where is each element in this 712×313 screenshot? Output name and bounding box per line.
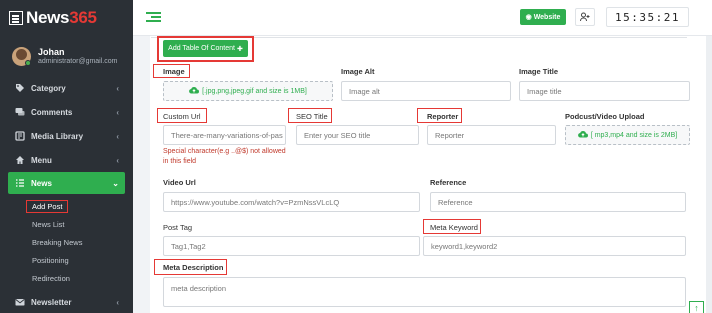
sidebar-item-menu[interactable]: Menu ‹ (0, 148, 133, 172)
media-icon (15, 131, 25, 141)
sidebar-item-label: Comments (31, 107, 73, 117)
scrollbar[interactable] (706, 36, 712, 313)
sidebar-subitem-breaking-news[interactable]: Breaking News (0, 233, 133, 251)
image-title-label: Image Title (519, 67, 559, 76)
add-post-form (150, 36, 710, 313)
arrow-up-icon: ↑ (694, 303, 699, 313)
chevron-left-icon: ‹ (116, 107, 119, 117)
add-user-button[interactable] (575, 8, 595, 26)
seo-title-input[interactable]: Enter your SEO title (296, 125, 419, 145)
sidebar-subitem-redirection[interactable]: Redirection (0, 269, 133, 287)
sidebar-item-label: Media Library (31, 131, 84, 141)
logo[interactable]: News365 (0, 0, 133, 36)
cloud-upload-icon (189, 86, 200, 96)
image-upload-label: [.jpg,png,jpeg,gif and size is 1MB] (202, 87, 307, 95)
chevron-left-icon: ‹ (116, 155, 119, 165)
sidebar-subitem-label: Redirection (32, 273, 70, 283)
sidebar-subitem-label: Positioning (32, 255, 69, 265)
logo-accent: 365 (69, 8, 97, 27)
reporter-label: Reporter (427, 112, 459, 121)
sidebar-item-label: Newsletter (31, 297, 72, 307)
reference-label: Reference (430, 178, 467, 187)
sidebar-item-comments[interactable]: Comments ‹ (0, 100, 133, 124)
custom-url-label: Custom Url (163, 112, 201, 121)
sidebar-subitem-label: Breaking News (32, 237, 83, 247)
meta-keyword-label: Meta Keyword (430, 223, 478, 232)
scroll-to-top-button[interactable]: ↑ (689, 301, 704, 313)
sidebar-item-media-library[interactable]: Media Library ‹ (0, 124, 133, 148)
sidebar: News365 Johan administrator@gmail.com Ca… (0, 0, 133, 313)
website-button[interactable]: ◉ Website (520, 9, 566, 25)
sidebar-item-news[interactable]: News ⌄ (8, 172, 125, 194)
sidebar-subitem-positioning[interactable]: Positioning (0, 251, 133, 269)
podcast-upload-label: Podcust/Video Upload (565, 112, 645, 121)
image-alt-label: Image Alt (341, 67, 375, 76)
podcast-upload[interactable]: [ mp3,mp4 and size is 2MB] (565, 125, 690, 145)
tag-icon (15, 83, 25, 93)
topbar: ◉ Website 15:35:21 (133, 0, 712, 36)
meta-description-label: Meta Description (163, 263, 224, 272)
sidebar-subitem-add-post[interactable]: Add Post (0, 197, 133, 215)
globe-icon: ◉ (525, 14, 532, 21)
envelope-icon (15, 297, 25, 307)
comments-icon (15, 107, 25, 117)
add-table-of-content-button[interactable]: Add Table Of Content ✚ (163, 40, 248, 57)
post-tag-label: Post Tag (163, 223, 193, 232)
plus-icon: ✚ (236, 45, 243, 53)
custom-url-error: Special character(e.g ..@$) not allowed … (163, 148, 286, 165)
post-tag-input[interactable]: Tag1,Tag2 (163, 236, 420, 256)
sidebar-item-label: News (31, 178, 52, 188)
chevron-left-icon: ‹ (116, 131, 119, 141)
video-url-input[interactable]: https://www.youtube.com/watch?v=PzmNssVL… (163, 192, 420, 212)
online-status-icon (25, 60, 31, 66)
user-name: Johan (38, 47, 65, 57)
chevron-left-icon: ‹ (116, 83, 119, 93)
video-url-label: Video Url (163, 178, 196, 187)
custom-url-input[interactable]: There-are-many-variations-of-pas (163, 125, 286, 145)
podcast-upload-label: [ mp3,mp4 and size is 2MB] (590, 131, 678, 139)
clock: 15:35:21 (606, 7, 689, 27)
sidebar-subitem-label: News List (32, 219, 65, 229)
website-button-label: Website (533, 13, 561, 21)
image-label: Image (163, 67, 185, 76)
sidebar-item-label: Category (31, 83, 66, 93)
hamburger-menu-icon[interactable] (146, 12, 161, 22)
sidebar-subitem-news-list[interactable]: News List (0, 215, 133, 233)
reporter-input[interactable]: Reporter (427, 125, 556, 145)
seo-title-label: SEO Title (296, 112, 328, 121)
meta-keyword-input[interactable]: keyword1,keyword2 (423, 236, 686, 256)
reference-input[interactable]: Reference (430, 192, 686, 212)
sidebar-item-category[interactable]: Category ‹ (0, 76, 133, 100)
sidebar-item-label: Menu (31, 155, 52, 165)
toc-button-label: Add Table Of Content (168, 45, 235, 52)
image-upload[interactable]: [.jpg,png,jpeg,gif and size is 1MB] (163, 81, 333, 101)
sidebar-item-newsletter[interactable]: Newsletter ‹ (0, 290, 133, 313)
list-icon (15, 178, 25, 188)
chevron-down-icon: ⌄ (112, 178, 119, 188)
newspaper-icon (9, 11, 23, 25)
image-title-input[interactable]: Image title (519, 81, 690, 101)
add-user-icon (580, 12, 590, 22)
user-profile: Johan administrator@gmail.com (0, 36, 133, 76)
user-email: administrator@gmail.com (38, 58, 118, 65)
meta-description-textarea[interactable]: meta description (163, 277, 686, 307)
image-alt-input[interactable]: Image alt (341, 81, 511, 101)
logo-text: News (26, 8, 70, 27)
cloud-upload-icon (577, 130, 588, 140)
sidebar-subitem-label: Add Post (26, 199, 69, 213)
chevron-left-icon: ‹ (116, 297, 119, 307)
home-icon (15, 155, 25, 165)
